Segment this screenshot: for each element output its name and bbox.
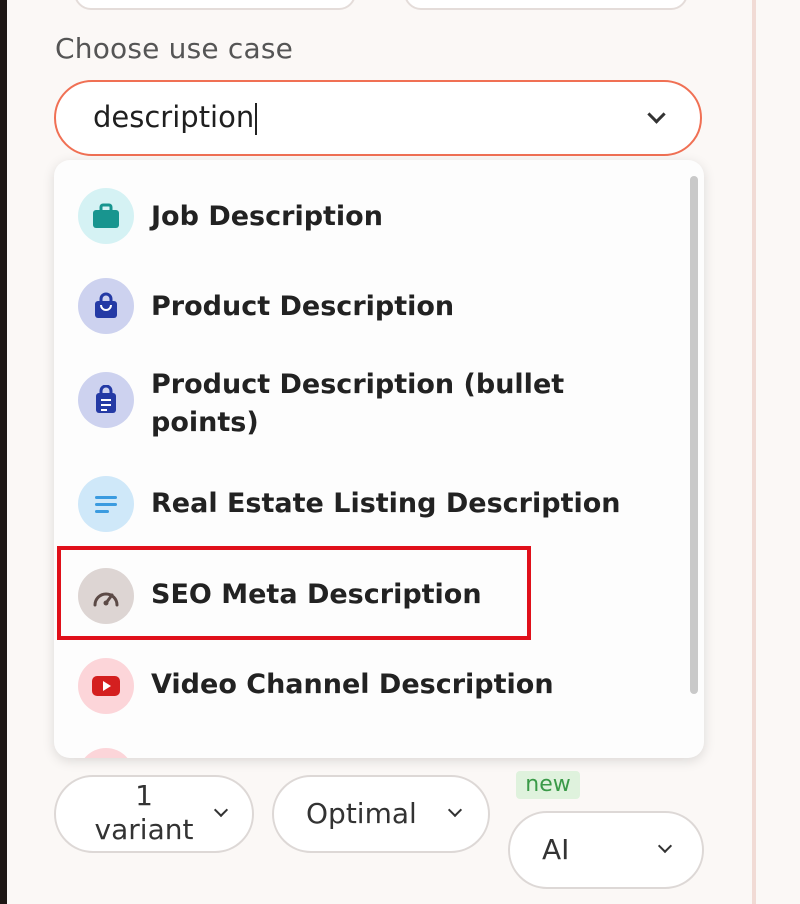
text-cursor [255, 103, 258, 135]
chevron-down-icon[interactable] [647, 105, 666, 124]
mode-select[interactable]: AI [508, 811, 704, 889]
search-value: description [93, 100, 255, 134]
option-product-description-bullets[interactable]: Product Description (bullet points) [54, 366, 694, 448]
left-edge-bar [0, 0, 7, 904]
mode-value: AI [542, 833, 570, 866]
use-case-label: Choose use case [55, 32, 294, 65]
new-badge: new [516, 771, 580, 799]
variants-select[interactable]: 1 variant [54, 775, 254, 853]
text-lines-icon [78, 476, 134, 532]
shopping-bag-list-icon [78, 372, 134, 428]
top-select-right[interactable] [404, 0, 688, 10]
chevron-down-icon [447, 802, 463, 818]
video-play-icon [78, 658, 134, 714]
option-job-description[interactable]: Job Description [54, 182, 694, 252]
option-label: Job Description [151, 201, 383, 232]
option-product-description[interactable]: Product Description [54, 278, 694, 348]
option-label: Real Estate Listing Description [151, 488, 621, 519]
highlight-box [57, 546, 531, 640]
variants-count: 1 [135, 779, 153, 812]
option-real-estate-listing-description[interactable]: Real Estate Listing Description [54, 472, 694, 542]
option-label: Product Description [151, 291, 455, 322]
use-case-search-input[interactable]: description [54, 80, 702, 156]
quality-select[interactable]: Optimal [272, 775, 490, 853]
dropdown-scrollbar[interactable] [690, 176, 698, 694]
option-label: Product Description (bullet points) [151, 369, 565, 438]
briefcase-icon [78, 188, 134, 244]
option-label: Video Channel Description [151, 669, 554, 700]
top-select-left[interactable] [74, 0, 356, 10]
chevron-down-icon [657, 838, 673, 854]
option-video-channel-description[interactable]: Video Channel Description [54, 654, 694, 724]
shopping-bag-icon [78, 278, 134, 334]
right-edge-bar [752, 0, 756, 904]
variants-unit: variant [94, 813, 194, 846]
quality-value: Optimal [306, 797, 417, 830]
search-text-wrapper: description [93, 100, 258, 135]
next-option-icon [78, 748, 134, 758]
use-case-dropdown: Job Description Product Description Prod… [54, 160, 704, 758]
